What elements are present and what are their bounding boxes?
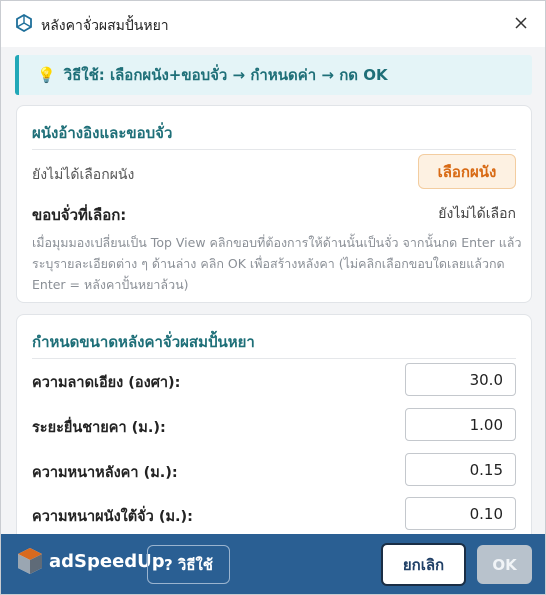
app-cube-icon bbox=[16, 14, 32, 32]
slope-input[interactable] bbox=[405, 363, 516, 396]
cadspeedup-logo-icon bbox=[18, 548, 42, 574]
eave-overhang-row: ระยะยื่นชายคา (ม.): bbox=[32, 408, 516, 442]
dimensions-card: กำหนดขนาดหลังคาจั่วผสมปั้นหยา ความลาดเอี… bbox=[16, 314, 532, 544]
usage-tip-banner: 💡 วิธีใช้: เลือกผนัง+ขอบจั่ว → กำหนดค่า … bbox=[15, 55, 532, 95]
window-title: หลังคาจั่วผสมปั้นหยา bbox=[41, 18, 169, 34]
lightbulb-icon: 💡 bbox=[37, 66, 56, 84]
gable-edge-value: ยังไม่ได้เลือก bbox=[438, 206, 516, 222]
roof-thickness-row: ความหนาหลังคา (ม.): bbox=[32, 453, 516, 487]
cancel-button[interactable]: ยกเลิก bbox=[381, 543, 466, 586]
dimensions-card-title: กำหนดขนาดหลังคาจั่วผสมปั้นหยา bbox=[32, 333, 255, 351]
instructions-text: เมื่อมุมมองเปลี่ยนเป็น Top View คลิกขอบท… bbox=[32, 235, 522, 292]
reference-card-title: ผนังอ้างอิงและขอบจั่ว bbox=[32, 124, 173, 142]
slope-label: ความลาดเอียง (องศา): bbox=[32, 375, 181, 391]
dialog-footer: adSpeedUp ? วิธีใช้ ยกเลิก OK bbox=[1, 534, 545, 594]
ok-button[interactable]: OK bbox=[477, 545, 532, 584]
title-bar: หลังคาจั่วผสมปั้นหยา bbox=[1, 1, 545, 47]
close-icon[interactable] bbox=[511, 13, 531, 33]
brand: adSpeedUp bbox=[15, 546, 165, 576]
roof-thickness-input[interactable] bbox=[405, 453, 516, 486]
gable-edge-label: ขอบจั่วที่เลือก: bbox=[32, 206, 127, 224]
dialog-window: หลังคาจั่วผสมปั้นหยา 💡 วิธีใช้: เลือกผนั… bbox=[0, 0, 546, 595]
divider bbox=[32, 358, 516, 359]
roof-thickness-label: ความหนาหลังคา (ม.): bbox=[32, 465, 178, 481]
gable-wall-thickness-label: ความหนาผนังใต้จั่ว (ม.): bbox=[32, 509, 193, 525]
eave-overhang-label: ระยะยื่นชายคา (ม.): bbox=[32, 420, 166, 436]
tip-text: วิธีใช้: เลือกผนัง+ขอบจั่ว → กำหนดค่า → … bbox=[63, 66, 388, 84]
divider bbox=[32, 149, 516, 150]
help-button[interactable]: ? วิธีใช้ bbox=[147, 545, 230, 584]
slope-row: ความลาดเอียง (องศา): bbox=[32, 363, 516, 397]
wall-status-text: ยังไม่ได้เลือกผนัง bbox=[32, 167, 135, 183]
reference-wall-card: ผนังอ้างอิงและขอบจั่ว ยังไม่ได้เลือกผนัง… bbox=[16, 105, 532, 303]
eave-overhang-input[interactable] bbox=[405, 408, 516, 441]
gable-wall-thickness-row: ความหนาผนังใต้จั่ว (ม.): bbox=[32, 497, 516, 531]
select-wall-button[interactable]: เลือกผนัง bbox=[418, 154, 516, 189]
gable-wall-thickness-input[interactable] bbox=[405, 497, 516, 530]
